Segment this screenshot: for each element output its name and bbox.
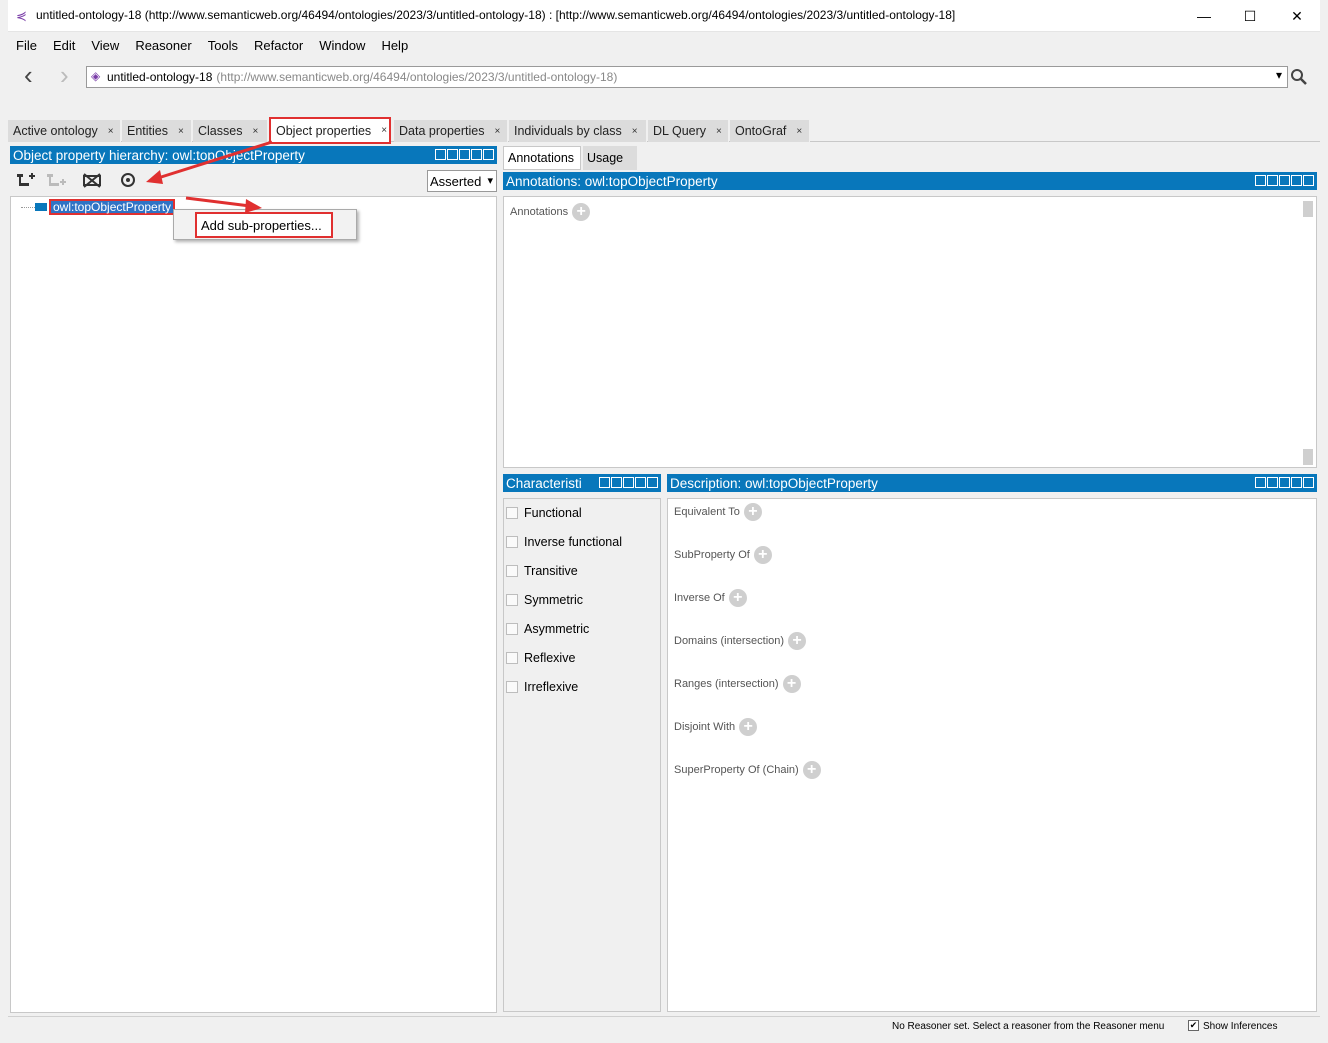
- panel-controls: [1255, 175, 1314, 186]
- show-inferences-checkbox[interactable]: ✔: [1188, 1020, 1199, 1031]
- section-label: Domains (intersection): [674, 635, 785, 647]
- characteristic-asymmetric[interactable]: Asymmetric: [506, 622, 589, 636]
- disjoint-with-row: Disjoint With +: [674, 718, 758, 736]
- add-range-icon[interactable]: +: [782, 675, 801, 693]
- protege-window: ⋞ untitled-ontology-18 (http://www.seman…: [0, 0, 1328, 1043]
- characteristics-title: Characteristi: [506, 475, 582, 491]
- superproperty-chain-row: SuperProperty Of (Chain) +: [674, 761, 821, 779]
- characteristics-view: Characteristi Functional Inverse functio…: [503, 474, 661, 1012]
- characteristic-transitive[interactable]: Transitive: [506, 564, 578, 578]
- help-icon[interactable]: [1255, 175, 1266, 186]
- help-icon[interactable]: [599, 477, 610, 488]
- split-icon[interactable]: [611, 477, 622, 488]
- characteristic-label: Asymmetric: [524, 622, 590, 636]
- tab-label: Usage: [587, 151, 624, 165]
- checkbox[interactable]: [506, 681, 518, 693]
- checkbox[interactable]: [506, 565, 518, 577]
- section-label: Equivalent To: [674, 506, 740, 518]
- add-domain-icon[interactable]: +: [788, 632, 807, 650]
- annotations-title: Annotations: owl:topObjectProperty: [506, 173, 718, 189]
- subproperty-of-row: SubProperty Of +: [674, 546, 772, 564]
- section-label: Ranges (intersection): [674, 678, 779, 690]
- add-equivalent-icon[interactable]: +: [743, 503, 762, 521]
- add-subproperty-icon[interactable]: +: [753, 546, 772, 564]
- reasoner-status: No Reasoner set. Select a reasoner from …: [892, 1021, 1165, 1032]
- split-icon[interactable]: [1267, 175, 1278, 186]
- characteristic-label: Irreflexive: [524, 680, 579, 694]
- maximize-panel-icon[interactable]: [1291, 477, 1302, 488]
- checkbox[interactable]: [506, 594, 518, 606]
- inverse-of-row: Inverse Of +: [674, 589, 747, 607]
- add-inverse-icon[interactable]: +: [728, 589, 747, 607]
- ranges-row: Ranges (intersection) +: [674, 675, 801, 693]
- section-label: Disjoint With: [674, 721, 736, 733]
- minimize-panel-icon[interactable]: [623, 477, 634, 488]
- arrow-to-toolbar: [157, 140, 273, 180]
- right-tab-bar: Annotations Usage: [503, 146, 637, 170]
- checkbox[interactable]: [506, 623, 518, 635]
- scrollbar-thumb-top[interactable]: [1303, 201, 1313, 217]
- annotations-row: Annotations +: [510, 203, 591, 221]
- description-view: Description: owl:topObjectProperty Equiv…: [667, 474, 1317, 1012]
- section-label: SubProperty Of: [674, 549, 750, 561]
- characteristic-label: Symmetric: [524, 593, 584, 607]
- characteristic-functional[interactable]: Functional: [506, 506, 582, 520]
- tab-annotations[interactable]: Annotations: [503, 146, 581, 170]
- panel-controls: [1255, 477, 1314, 488]
- description-title: Description: owl:topObjectProperty: [670, 475, 878, 491]
- maximize-panel-icon[interactable]: [1291, 175, 1302, 186]
- section-label: SuperProperty Of (Chain): [674, 764, 799, 776]
- tab-usage[interactable]: Usage: [583, 146, 637, 170]
- help-icon[interactable]: [1255, 477, 1266, 488]
- minimize-panel-icon[interactable]: [1279, 477, 1290, 488]
- characteristics-body: Functional Inverse functional Transitive…: [503, 498, 661, 1012]
- characteristics-panel-header: Characteristi: [503, 474, 661, 492]
- characteristic-label: Inverse functional: [524, 535, 622, 549]
- equivalent-to-row: Equivalent To +: [674, 503, 762, 521]
- annotations-body: Annotations +: [503, 196, 1317, 468]
- characteristic-inverse-functional[interactable]: Inverse functional: [506, 535, 622, 549]
- show-inferences-label: Show Inferences: [1203, 1021, 1278, 1032]
- maximize-panel-icon[interactable]: [635, 477, 646, 488]
- checkbox[interactable]: [506, 652, 518, 664]
- close-panel-icon[interactable]: [1303, 175, 1314, 186]
- status-bar: No Reasoner set. Select a reasoner from …: [8, 1016, 1320, 1036]
- characteristic-label: Transitive: [524, 564, 578, 578]
- close-panel-icon[interactable]: [1303, 477, 1314, 488]
- split-icon[interactable]: [1267, 477, 1278, 488]
- domains-row: Domains (intersection) +: [674, 632, 807, 650]
- checkbox[interactable]: [506, 507, 518, 519]
- arrowhead: [146, 170, 163, 184]
- annotations-label: Annotations: [510, 206, 569, 218]
- characteristic-label: Functional: [524, 506, 582, 520]
- annotations-panel-header: Annotations: owl:topObjectProperty: [503, 172, 1317, 190]
- description-body: Equivalent To + SubProperty Of + Inverse O…: [667, 498, 1317, 1012]
- minimize-panel-icon[interactable]: [1279, 175, 1290, 186]
- checkbox[interactable]: [506, 536, 518, 548]
- add-annotation-icon[interactable]: +: [572, 203, 591, 221]
- section-label: Inverse Of: [674, 592, 725, 604]
- tab-label: Annotations: [508, 151, 575, 165]
- arrowhead: [245, 199, 262, 213]
- characteristic-label: Reflexive: [524, 651, 576, 665]
- description-panel-header: Description: owl:topObjectProperty: [667, 474, 1317, 492]
- add-chain-icon[interactable]: +: [802, 761, 821, 779]
- panel-controls: [599, 477, 658, 488]
- add-disjoint-icon[interactable]: +: [739, 718, 758, 736]
- characteristic-reflexive[interactable]: Reflexive: [506, 651, 575, 665]
- close-panel-icon[interactable]: [647, 477, 658, 488]
- annotations-view: Annotations: owl:topObjectProperty Annot…: [503, 172, 1317, 468]
- characteristic-symmetric[interactable]: Symmetric: [506, 593, 583, 607]
- characteristic-irreflexive[interactable]: Irreflexive: [506, 680, 578, 694]
- scrollbar-thumb-bottom[interactable]: [1303, 449, 1313, 465]
- arrow-to-menu: [185, 196, 251, 208]
